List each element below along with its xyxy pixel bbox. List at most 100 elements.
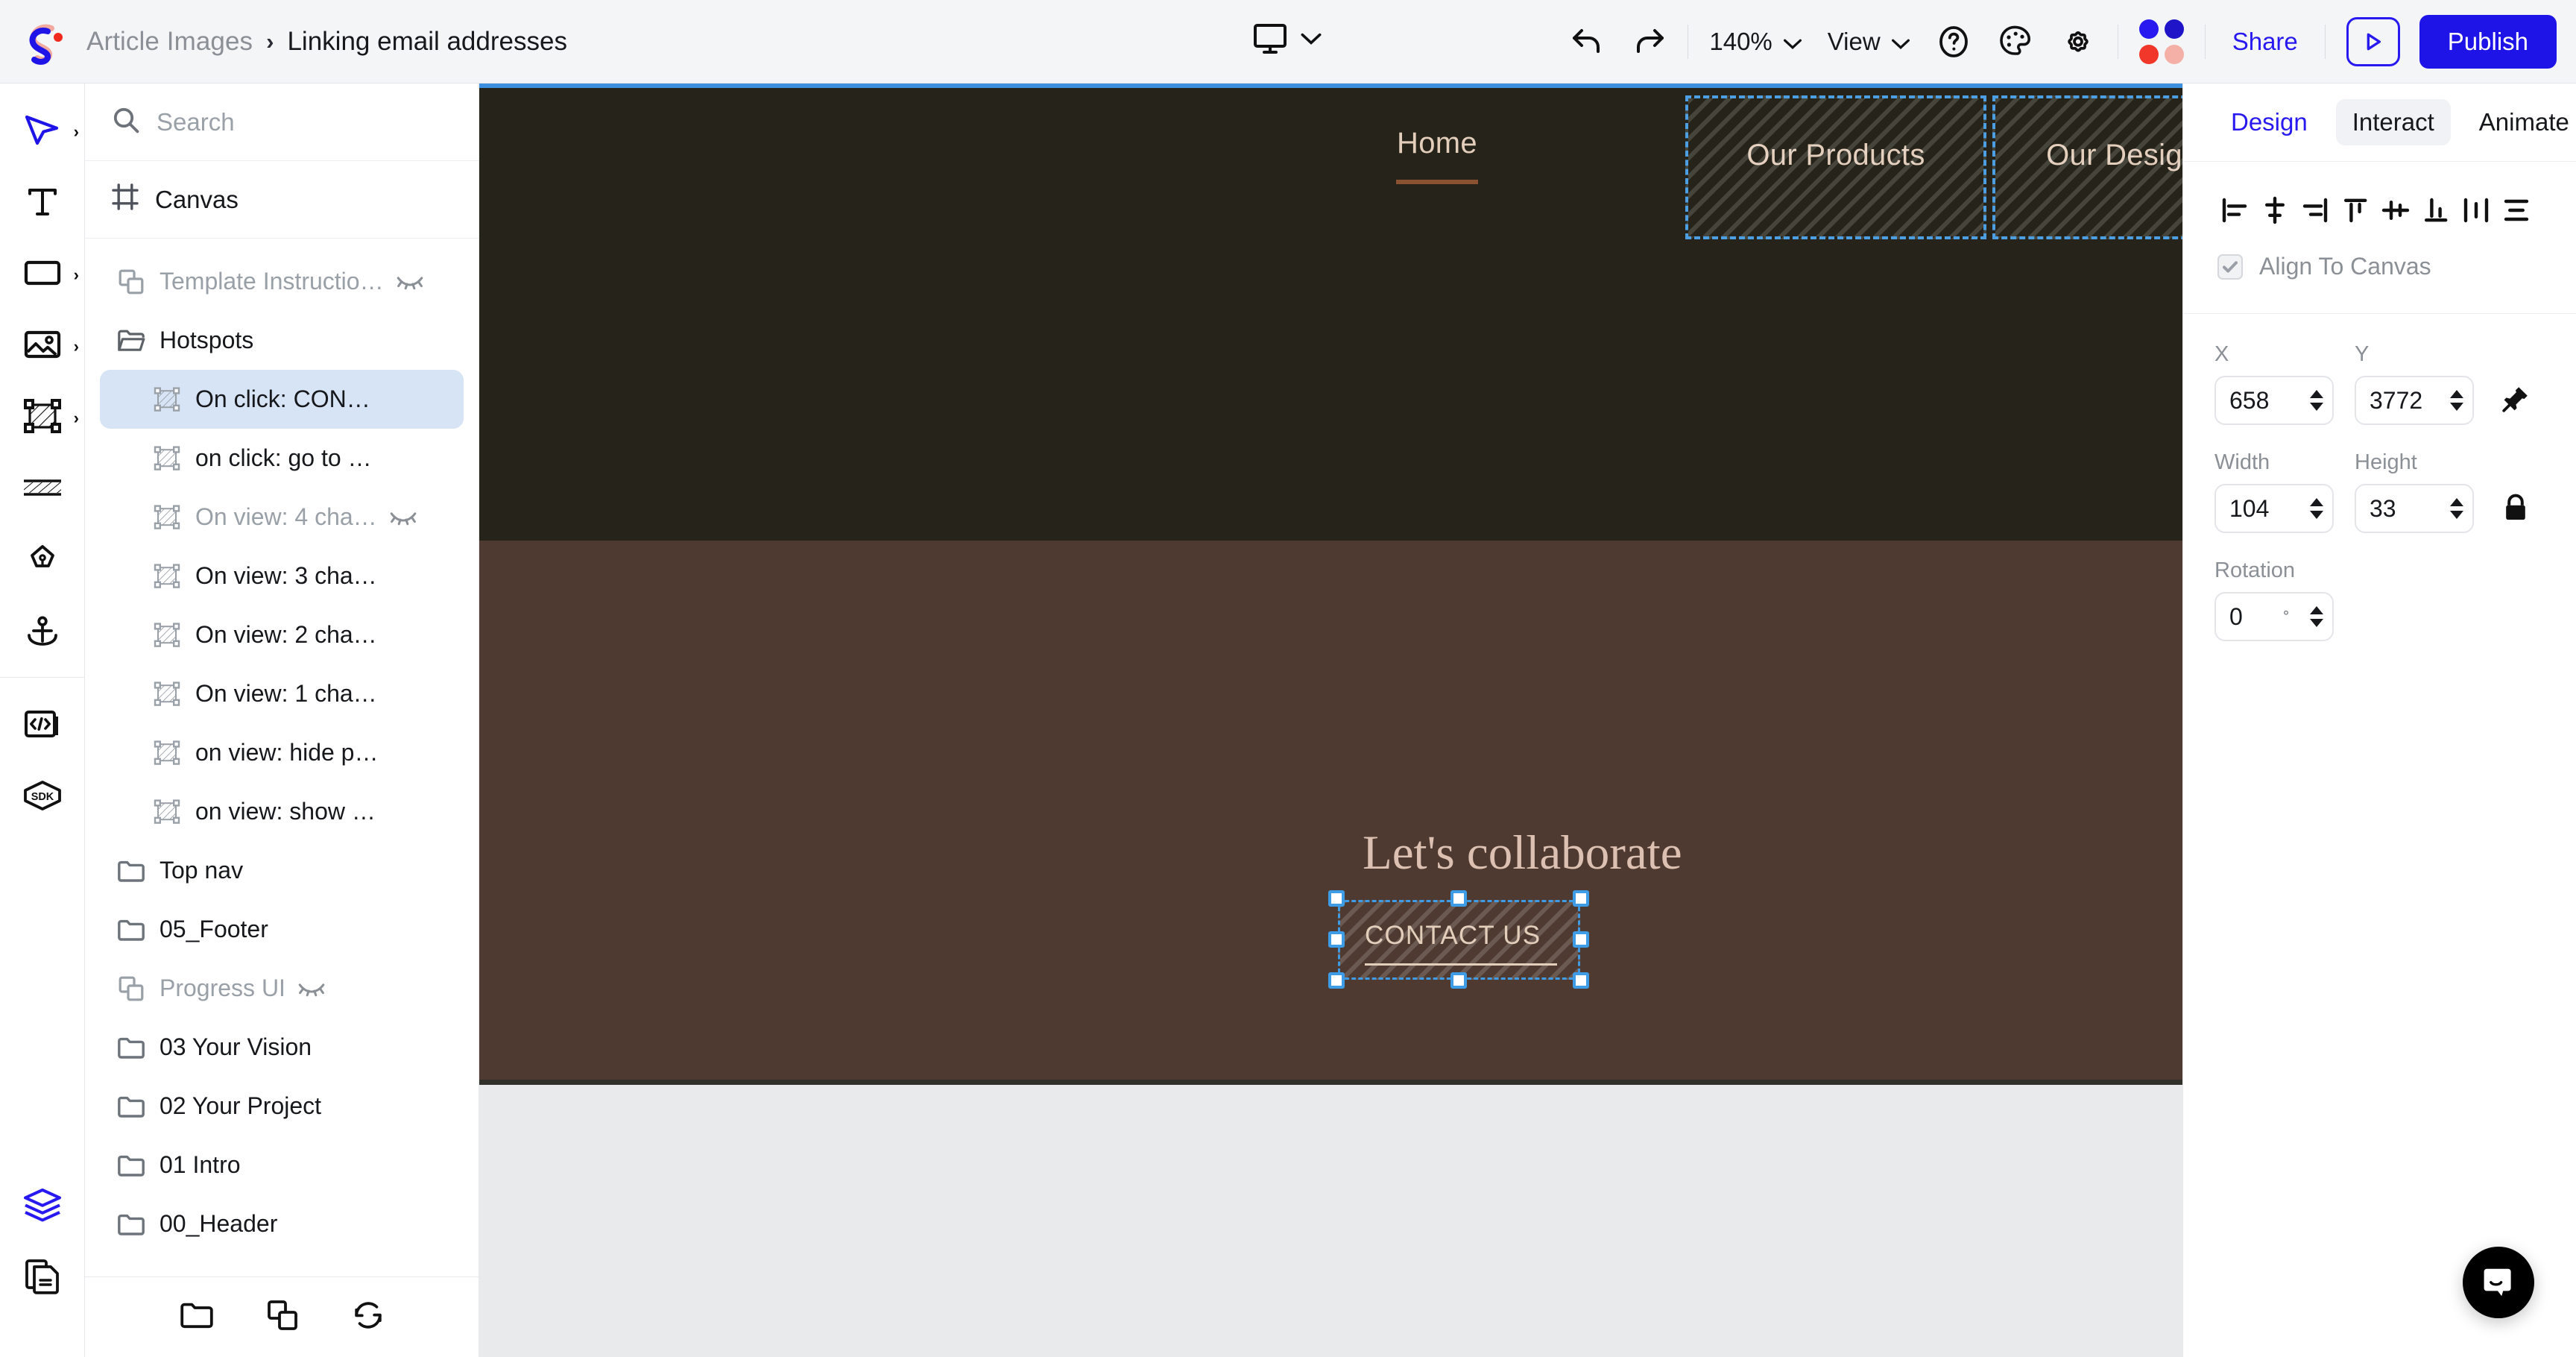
shape-tool[interactable]: › <box>0 237 85 309</box>
select-tool[interactable]: › <box>0 94 85 166</box>
rotation-stepper[interactable] <box>2310 606 2323 627</box>
align-bottom-icon[interactable] <box>2416 190 2456 230</box>
distribute-horizontal-icon[interactable] <box>2456 190 2496 230</box>
resize-handle-w[interactable] <box>1328 931 1345 948</box>
publish-button[interactable]: Publish <box>2419 15 2557 69</box>
four-dot-grid-icon[interactable] <box>2138 0 2184 84</box>
new-component-button[interactable] <box>266 1299 299 1335</box>
embed-code-tool[interactable] <box>0 688 85 760</box>
help-button[interactable] <box>1936 0 1972 84</box>
undo-button[interactable] <box>1570 0 1606 84</box>
align-to-canvas-row[interactable]: Align To Canvas <box>2183 230 2576 280</box>
hotspot-tool[interactable]: › <box>0 380 85 452</box>
y-input[interactable] <box>2370 386 2441 415</box>
resize-handle-sw[interactable] <box>1328 972 1345 989</box>
settings-button[interactable] <box>2059 0 2097 84</box>
align-left-icon[interactable] <box>2214 190 2255 230</box>
eye-closed-icon[interactable] <box>389 509 417 526</box>
contact-us-hotspot-selection[interactable]: CONTACT US <box>1328 890 1589 989</box>
breadcrumb-parent[interactable]: Article Images <box>86 27 253 57</box>
media-tool[interactable]: › <box>0 309 85 380</box>
sdk-tool[interactable]: SDK <box>0 760 85 831</box>
preview-button[interactable] <box>2346 17 2400 66</box>
y-stepper[interactable] <box>2450 390 2463 411</box>
pages-panel-toggle[interactable] <box>0 1241 85 1312</box>
canvas-stage[interactable]: HomeOur ProductsOur DesignersCase Studie… <box>479 84 2182 1357</box>
layer-item[interactable]: 00_Header <box>100 1194 464 1253</box>
layer-item[interactable]: On view: 1 cha… <box>100 664 464 723</box>
layer-item[interactable]: On click: CON… <box>100 370 464 429</box>
layers-panel-toggle[interactable] <box>0 1169 85 1241</box>
device-selector[interactable] <box>1252 22 1322 59</box>
layer-item[interactable]: on view: show … <box>100 782 464 841</box>
layer-item-label: 03 Your Vision <box>160 1033 312 1060</box>
tab-interact[interactable]: Interact <box>2335 99 2451 145</box>
pin-icon[interactable] <box>2495 383 2536 415</box>
layers-panel-footer <box>85 1276 479 1357</box>
layer-item[interactable]: on view: hide p… <box>100 723 464 782</box>
sync-refresh-button[interactable] <box>351 1299 385 1335</box>
resize-handle-nw[interactable] <box>1328 890 1345 907</box>
layer-item[interactable]: 02 Your Project <box>100 1077 464 1136</box>
view-menu[interactable]: View <box>1828 28 1910 56</box>
zoom-control[interactable]: 140% <box>1709 28 1802 56</box>
layer-item[interactable]: Template Instructio… <box>100 252 464 311</box>
palette-button[interactable] <box>1997 0 2034 84</box>
lock-closed-icon[interactable] <box>2495 493 2536 523</box>
layer-item[interactable]: on click: go to … <box>100 429 464 488</box>
folder-icon <box>112 917 151 942</box>
layer-item[interactable]: On view: 2 cha… <box>100 605 464 664</box>
layer-item[interactable]: Hotspots <box>100 311 464 370</box>
layer-item-label: Top nav <box>160 857 244 884</box>
height-input[interactable] <box>2370 494 2441 523</box>
x-input[interactable] <box>2229 386 2301 415</box>
resize-handle-e[interactable] <box>1573 931 1589 948</box>
width-stepper[interactable] <box>2310 498 2323 519</box>
shorthand-s-logo[interactable] <box>21 17 70 66</box>
nav-hotspot[interactable] <box>1685 95 1986 239</box>
degree-unit: ° <box>2283 608 2289 625</box>
tab-design[interactable]: Design <box>2214 99 2324 145</box>
align-vertical-center-icon[interactable] <box>2375 190 2416 230</box>
anchor-tool[interactable] <box>0 595 85 667</box>
x-stepper[interactable] <box>2310 390 2323 411</box>
distribute-vertical-icon[interactable] <box>2496 190 2536 230</box>
pen-nib-tool[interactable] <box>0 523 85 595</box>
redo-button[interactable] <box>1631 0 1667 84</box>
layer-item-label: On click: CON… <box>195 385 370 412</box>
resize-handle-n[interactable] <box>1450 890 1467 907</box>
chat-bubble-smile-icon[interactable] <box>2463 1247 2534 1318</box>
height-stepper[interactable] <box>2450 498 2463 519</box>
eye-closed-icon[interactable] <box>396 273 424 291</box>
divider <box>2324 25 2326 59</box>
stack-lines-tool[interactable] <box>0 452 85 523</box>
layer-item-label: 02 Your Project <box>160 1092 322 1119</box>
text-tool[interactable] <box>0 166 85 237</box>
layer-item[interactable]: 03 Your Vision <box>100 1018 464 1077</box>
nav-hotspot[interactable] <box>1992 95 2182 239</box>
nav-link[interactable]: Home <box>1363 88 1512 223</box>
canvas-root-item[interactable]: Canvas <box>85 161 479 239</box>
eye-closed-icon[interactable] <box>297 980 326 998</box>
new-folder-button[interactable] <box>180 1300 214 1334</box>
search-input[interactable] <box>157 107 425 136</box>
share-button[interactable]: Share <box>2226 28 2304 56</box>
align-to-canvas-checkbox[interactable] <box>2217 254 2243 280</box>
rotation-input[interactable] <box>2229 602 2283 631</box>
align-right-icon[interactable] <box>2295 190 2335 230</box>
layer-item[interactable]: Progress UI <box>100 959 464 1018</box>
layer-item-label: On view: 2 cha… <box>195 621 377 648</box>
align-top-icon[interactable] <box>2335 190 2375 230</box>
page-title[interactable]: Linking email addresses <box>287 27 566 57</box>
align-horizontal-center-icon[interactable] <box>2255 190 2295 230</box>
layer-item[interactable]: On view: 4 cha… <box>100 488 464 547</box>
layer-item[interactable]: Top nav <box>100 841 464 900</box>
resize-handle-se[interactable] <box>1573 972 1589 989</box>
resize-handle-s[interactable] <box>1450 972 1467 989</box>
layer-item[interactable]: 05_Footer <box>100 900 464 959</box>
layer-item[interactable]: 01 Intro <box>100 1136 464 1194</box>
width-input[interactable] <box>2229 494 2301 523</box>
tab-animate[interactable]: Animate <box>2463 99 2576 145</box>
resize-handle-ne[interactable] <box>1573 890 1589 907</box>
layer-item[interactable]: On view: 3 cha… <box>100 547 464 605</box>
